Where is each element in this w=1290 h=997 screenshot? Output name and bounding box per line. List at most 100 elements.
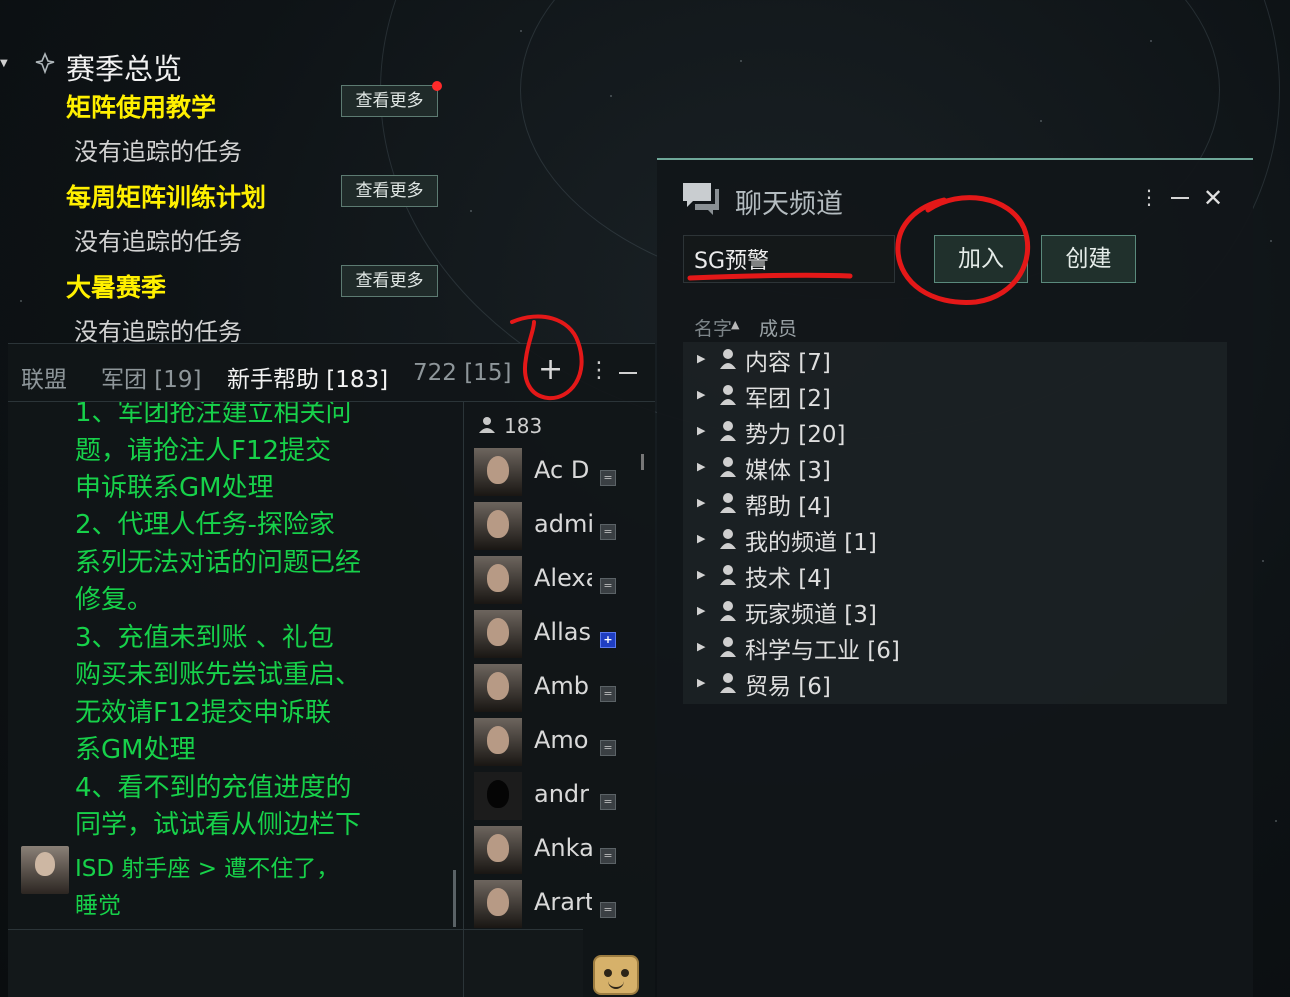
person-icon [720, 385, 736, 405]
tab-alliance[interactable]: 联盟 [21, 360, 67, 394]
expand-arrow-icon[interactable]: ▶ [697, 532, 705, 545]
channel-group-row[interactable]: ▶ 我的频道 [1] [683, 522, 1227, 558]
standing-tag-icon: = [600, 848, 616, 864]
column-header-name[interactable]: 名字 [694, 314, 732, 341]
channel-group-row[interactable]: ▶ 内容 [7] [683, 342, 1227, 378]
channel-group-row[interactable]: ▶ 玩家频道 [3] [683, 594, 1227, 630]
emoji-button[interactable] [593, 955, 639, 995]
window-title: 聊天频道 [735, 189, 843, 220]
member-item[interactable]: Arart = [474, 880, 644, 930]
notification-dot [432, 81, 442, 91]
member-item[interactable]: Anka = [474, 826, 644, 876]
member-count: 183 [504, 414, 543, 438]
channel-group-label: 贸易 [6] [745, 674, 831, 700]
view-more-button[interactable]: 查看更多 [341, 85, 438, 117]
channel-group-label: 科学与工业 [6] [745, 638, 900, 664]
member-item[interactable]: Amb = [474, 664, 644, 714]
create-button[interactable]: 创建 [1041, 235, 1136, 283]
minimize-icon[interactable] [619, 372, 637, 374]
star [740, 60, 742, 62]
avatar [474, 610, 522, 658]
message-list: 1、军团抢注建立相关问 题，请抢注人F12提交 申诉联系GM处理 2、代理人任务… [8, 402, 463, 927]
tab-722[interactable]: 722 [15] [413, 360, 511, 386]
channel-group-label: 我的频道 [1] [745, 530, 877, 556]
message-line: 同学，试试看从侧边栏下 [75, 810, 362, 840]
expand-arrow-icon[interactable]: ▶ [697, 496, 705, 509]
member-item[interactable]: Ac D = [474, 448, 644, 498]
message-line: 无效请F12提交申诉联 [75, 698, 332, 728]
member-name: andr [534, 780, 590, 808]
expand-arrow-icon[interactable]: ▶ [697, 676, 705, 689]
star [520, 30, 522, 32]
minimize-icon[interactable] [1171, 197, 1189, 199]
view-more-button[interactable]: 查看更多 [341, 265, 438, 297]
message-author-line: ISD 射手座 > 遭不住了， [75, 856, 340, 882]
channel-group-row[interactable]: ▶ 技术 [4] [683, 558, 1227, 594]
view-more-button[interactable]: 查看更多 [341, 175, 438, 207]
channel-group-row[interactable]: ▶ 科学与工业 [6] [683, 630, 1227, 666]
avatar[interactable] [21, 846, 69, 894]
standing-tag-icon: = [600, 794, 616, 810]
person-icon [720, 493, 736, 513]
expand-arrow-icon[interactable]: ▶ [697, 424, 705, 437]
section-title-summer-season: 大暑赛季 [66, 273, 167, 302]
channel-group-label: 军团 [2] [745, 386, 831, 412]
member-list: 183 Ac D = admi = Alexa = Allas + Amb = [463, 402, 653, 997]
sort-ascending-icon[interactable]: ▲ [731, 318, 739, 331]
standing-tag-icon: = [600, 740, 616, 756]
member-item[interactable]: andr = [474, 772, 644, 822]
star [1040, 120, 1042, 122]
season-title: 赛季总览 [66, 52, 183, 86]
member-name: Ac D [534, 456, 590, 484]
member-item[interactable]: Alexa = [474, 556, 644, 606]
standing-tag-icon: + [600, 632, 616, 648]
channel-group-label: 技术 [4] [745, 566, 831, 592]
star [1270, 240, 1272, 242]
more-menu-icon[interactable]: ⋮ [588, 358, 610, 383]
join-button[interactable]: 加入 [934, 235, 1028, 283]
column-header-members[interactable]: 成员 [759, 314, 797, 341]
person-icon [720, 457, 736, 477]
channel-search-input[interactable] [683, 235, 895, 283]
expand-arrow-icon[interactable]: ▶ [697, 640, 705, 653]
expand-arrow-icon[interactable]: ▶ [697, 568, 705, 581]
expand-arrow-icon[interactable]: ▶ [697, 604, 705, 617]
section-status: 没有追踪的任务 [74, 318, 242, 346]
close-icon[interactable]: ✕ [1203, 184, 1223, 212]
message-line: 系GM处理 [75, 735, 196, 765]
expand-arrow-icon[interactable]: ▶ [697, 388, 705, 401]
star [1150, 40, 1152, 42]
member-item[interactable]: admi = [474, 502, 644, 552]
message-line: 修复。 [75, 585, 154, 615]
member-item[interactable]: Allas + [474, 610, 644, 660]
channel-group-label: 帮助 [4] [745, 494, 831, 520]
member-name: Amo [534, 726, 589, 754]
add-tab-button[interactable]: + [538, 352, 563, 387]
expand-arrow-icon[interactable]: ▶ [697, 352, 705, 365]
expand-arrow-icon[interactable]: ▶ [697, 460, 705, 473]
member-item[interactable]: Amo = [474, 718, 644, 768]
channel-group-row[interactable]: ▶ 帮助 [4] [683, 486, 1227, 522]
member-name: Alexa [534, 564, 592, 592]
message-line: 1、军团抢注建立相关问 [75, 402, 352, 428]
avatar [474, 826, 522, 874]
more-menu-icon[interactable]: ⋮ [1139, 185, 1159, 209]
chat-window: 联盟 军团 [19] 新手帮助 [183] 722 [15] + ⋮ 1、军团抢… [8, 343, 655, 997]
member-name: Anka [534, 834, 592, 862]
channel-group-row[interactable]: ▶ 军团 [2] [683, 378, 1227, 414]
message-line: 4、看不到的充值进度的 [75, 773, 352, 803]
chat-bubble-icon [683, 183, 719, 215]
channel-group-row[interactable]: ▶ 贸易 [6] [683, 666, 1227, 702]
channel-group-row[interactable]: ▶ 势力 [20] [683, 414, 1227, 450]
collapse-arrow-icon[interactable]: ▼ [0, 58, 8, 69]
standing-tag-icon: = [600, 902, 616, 918]
channel-group-label: 势力 [20] [745, 422, 846, 448]
channel-group-row[interactable]: ▶ 媒体 [3] [683, 450, 1227, 486]
avatar [474, 772, 522, 820]
person-icon [720, 637, 736, 657]
tab-corporation[interactable]: 军团 [19] [101, 360, 202, 394]
channel-group-label: 玩家频道 [3] [745, 602, 877, 628]
message-scrollbar[interactable] [453, 870, 456, 927]
tab-rookie-help[interactable]: 新手帮助 [183] [227, 360, 388, 394]
channel-group-label: 内容 [7] [745, 350, 831, 376]
